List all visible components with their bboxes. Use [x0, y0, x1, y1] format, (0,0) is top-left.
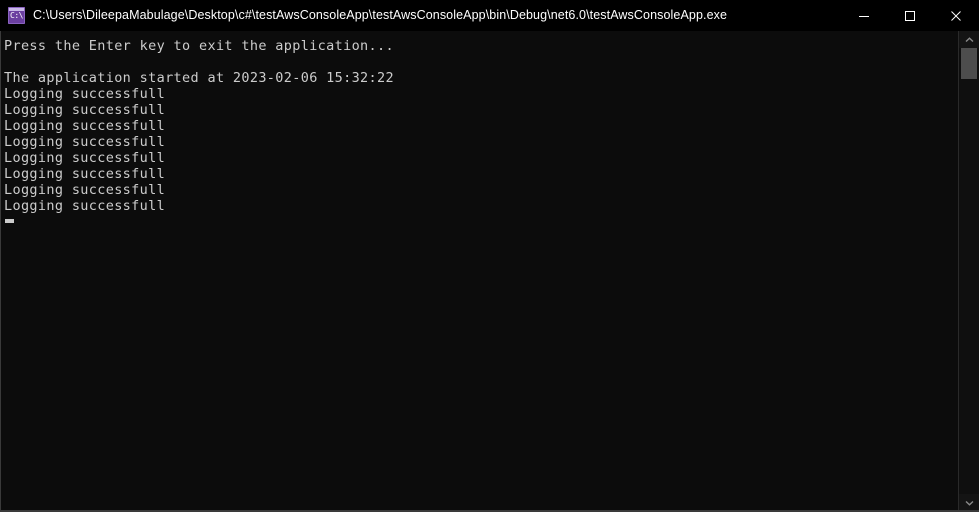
window-bottom-edge [1, 510, 979, 511]
client-area: Press the Enter key to exit the applicat… [0, 31, 979, 512]
console-line: Logging successfull [4, 166, 166, 182]
maximize-button[interactable] [887, 0, 933, 31]
scroll-up-button[interactable] [959, 31, 979, 48]
console-line: Logging successfull [4, 198, 166, 214]
console-line: The application started at 2023-02-06 15… [4, 70, 394, 86]
console-line: Press the Enter key to exit the applicat… [4, 38, 394, 54]
console-window: C:\ C:\Users\DileepaMabulage\Desktop\c#\… [0, 0, 979, 512]
chevron-up-icon [965, 36, 973, 42]
close-button[interactable] [933, 0, 979, 31]
console-line: Logging successfull [4, 150, 166, 166]
console-line: Logging successfull [4, 134, 166, 150]
vertical-scrollbar[interactable] [958, 31, 979, 511]
console-line: Logging successfull [4, 182, 166, 198]
window-controls [841, 0, 979, 31]
chevron-down-icon [965, 500, 973, 506]
scroll-down-button[interactable] [959, 494, 979, 511]
console-line: Logging successfull [4, 86, 166, 102]
icon-prompt-text: C:\ [10, 11, 23, 20]
scrollbar-track[interactable] [959, 48, 979, 494]
maximize-icon [905, 10, 915, 21]
close-icon [951, 10, 961, 21]
console-app-icon: C:\ [8, 7, 25, 24]
console-line: Logging successfull [4, 102, 166, 118]
window-title: C:\Users\DileepaMabulage\Desktop\c#\test… [33, 8, 728, 22]
title-bar[interactable]: C:\ C:\Users\DileepaMabulage\Desktop\c#\… [0, 0, 979, 31]
console-output[interactable]: Press the Enter key to exit the applicat… [1, 31, 958, 511]
minimize-icon [859, 15, 869, 17]
minimize-button[interactable] [841, 0, 887, 31]
console-line: Logging successfull [4, 118, 166, 134]
text-cursor [5, 219, 14, 223]
scrollbar-thumb[interactable] [961, 48, 977, 80]
